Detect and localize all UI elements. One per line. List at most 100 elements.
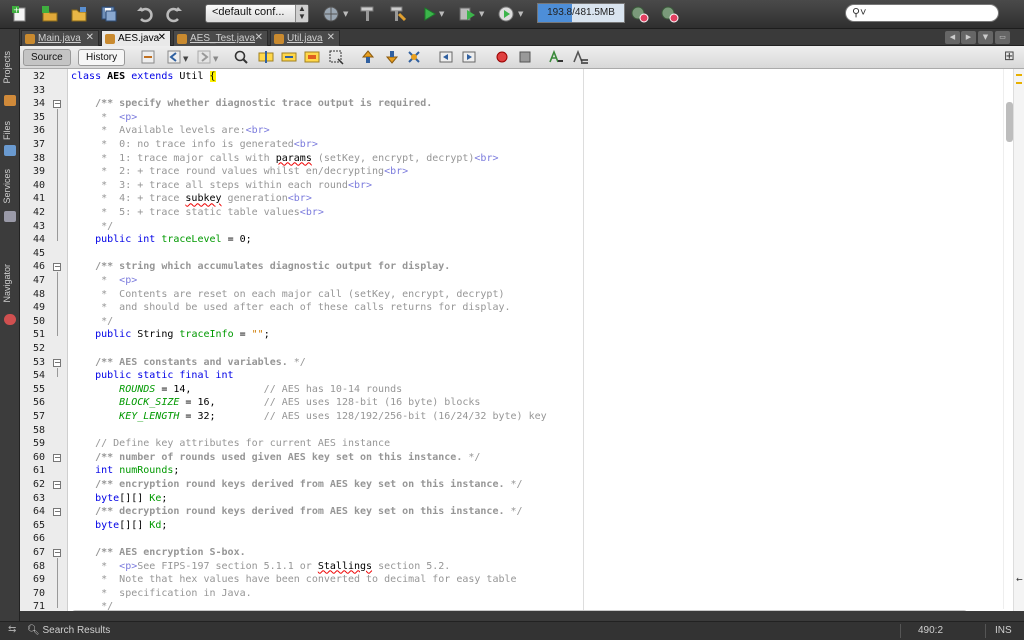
warning-marker[interactable] [1016,74,1022,76]
navigator-tab[interactable]: Navigator [2,264,18,303]
fold-toggle-icon[interactable]: − [53,358,61,367]
fold-toggle-icon[interactable]: − [53,549,61,557]
configuration-select[interactable]: <default conf... ▲ ▼ [205,4,309,23]
fold-toggle-icon[interactable]: − [53,453,61,462]
globe-icon[interactable] [320,4,342,24]
line-number: 66 [32,533,45,545]
files-tab[interactable]: Files [2,121,18,140]
tab-aes-java[interactable]: AES.java ✕ [101,30,171,46]
code-token: */ [510,506,523,518]
next-bookmark-icon[interactable] [384,49,400,65]
build-hammer-icon[interactable] [356,4,378,24]
previous-bookmark-icon[interactable] [360,49,376,65]
code-token: generation [221,193,288,205]
code-line: byte[][] Ke; [71,492,167,506]
debug-icon[interactable] [456,4,478,24]
split-editor-icon[interactable]: ⊞ [1004,49,1015,64]
scroll-tabs-left-icon[interactable]: ◀ [945,31,960,44]
chevron-down-icon[interactable]: ▼ [439,10,444,18]
profile-icon[interactable] [495,4,517,24]
code-line: * and should be used after each of these… [71,301,510,315]
back-icon[interactable] [166,49,182,65]
open-project-icon[interactable] [68,4,90,24]
shift-left-icon[interactable] [438,49,454,65]
source-view-button[interactable]: Source [23,49,71,66]
find-next-icon[interactable] [281,49,297,65]
last-edit-icon[interactable] [140,49,156,65]
code-token: <br> [293,139,318,150]
find-previous-icon[interactable] [258,49,274,65]
services-tab[interactable]: Services [2,169,18,204]
chevron-down-icon[interactable]: ▼ [479,10,484,18]
search-results-tab[interactable]: 🔍︎ Search Results [27,625,110,636]
profiler-snapshot-icon[interactable] [659,4,681,24]
gc-icon[interactable] [629,4,651,24]
memory-indicator[interactable]: 193.8/481.5MB [537,3,625,23]
tab-util-java[interactable]: Util.java ✕ [270,30,340,46]
start-macro-icon[interactable] [494,49,510,65]
history-view-button[interactable]: History [78,49,126,66]
quick-search-input[interactable]: ⚲˅ [845,4,999,22]
toggle-bookmark-icon[interactable] [406,49,422,65]
chevron-down-icon[interactable]: ▼ [183,55,188,63]
vertical-scroll-thumb[interactable] [1006,102,1013,142]
memory-text: 193.8/481.5MB [547,7,615,18]
close-icon[interactable]: ✕ [327,32,335,43]
comment-icon[interactable] [548,49,564,65]
insert-mode[interactable]: INS [995,625,1012,636]
save-all-icon[interactable] [98,4,120,24]
close-icon[interactable]: ✕ [158,32,166,43]
fold-toggle-icon[interactable]: − [53,481,61,489]
run-icon[interactable] [418,4,440,24]
code-text-area[interactable]: class AES extends Util { /** specify whe… [71,69,1011,611]
fold-toggle-icon[interactable]: − [53,263,61,272]
line-number: 53 [32,356,45,368]
error-stripe[interactable]: ← [1013,69,1024,611]
tab-main-java[interactable]: Main.java ✕ [21,30,99,46]
fold-toggle-icon[interactable]: − [53,508,61,517]
forward-icon[interactable] [196,49,212,65]
tab-aes-test-java[interactable]: AES_Test.java ✕ [173,30,268,46]
stop-macro-icon[interactable] [517,49,533,65]
rect-selection-icon[interactable] [328,49,344,65]
close-icon[interactable]: ✕ [86,32,94,43]
redo-icon[interactable] [163,4,185,24]
close-icon[interactable]: ✕ [255,32,263,43]
line-number: 56 [32,397,45,409]
projects-tab[interactable]: Projects [2,51,18,84]
tab-list-icon[interactable]: ▼ [978,31,993,44]
new-project-icon[interactable] [39,4,61,24]
clean-build-icon[interactable] [386,4,408,24]
horizontal-scrollbar[interactable] [70,609,1003,611]
chevron-down-icon[interactable]: ▼ [518,10,523,18]
warning-marker[interactable] [1016,82,1022,84]
uncomment-icon[interactable] [572,49,588,65]
search-icon: ⚲˅ [852,7,867,19]
line-number: 67 [32,547,45,558]
code-token: /** AES encryption S-box. [95,547,246,558]
chevron-down-icon[interactable]: ▼ [343,10,348,18]
scroll-tabs-right-icon[interactable]: ▶ [961,31,976,44]
chevron-down-icon[interactable]: ▼ [213,55,218,63]
toggle-highlight-icon[interactable] [304,49,320,65]
code-token: byte [95,492,120,504]
line-number: 58 [32,424,45,436]
line-number: 35 [32,111,45,123]
line-number: 64 [32,506,45,518]
code-line: public static final int [71,369,233,383]
horizontal-scroll-thumb[interactable] [72,610,967,611]
maximize-window-icon[interactable]: ▭ [995,31,1010,44]
fold-toggle-icon[interactable]: − [53,100,61,109]
code-editor[interactable]: 32 33 34 35 36 37 38 39 40 41 42 43 44 45 46 47 48 49 50 51… [20,69,1024,611]
notifications-icon[interactable]: ⇆ [8,624,16,635]
undo-icon[interactable] [134,4,156,24]
vertical-scrollbar[interactable] [1003,69,1013,609]
shift-right-icon[interactable] [461,49,477,65]
new-file-icon[interactable]: + [9,4,31,24]
find-icon[interactable] [233,49,249,65]
code-token: KEY_LENGTH [119,411,180,422]
